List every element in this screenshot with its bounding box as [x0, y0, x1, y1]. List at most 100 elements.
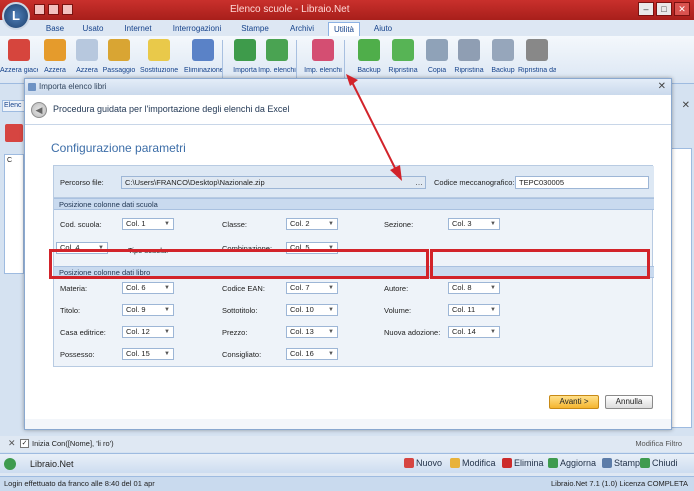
- chevron-down-icon[interactable]: ▼: [164, 219, 170, 229]
- tab-utilita[interactable]: Utilità: [328, 22, 360, 36]
- back-arrow-icon[interactable]: ◀: [31, 102, 47, 118]
- chevron-down-icon[interactable]: ▼: [490, 305, 496, 315]
- annulla-button[interactable]: Annulla: [605, 395, 653, 409]
- libro-select-value: Col. 8: [452, 283, 472, 292]
- ribbon-button-label: Backup: [357, 67, 381, 74]
- libro-select-3[interactable]: Col. 9 ▼: [122, 304, 174, 316]
- ribbon-button-8[interactable]: Imp. elenchi: [304, 39, 342, 74]
- status-login: Login effettuato da franco alle 8:40 del…: [4, 479, 155, 488]
- quick-save-icon[interactable]: [34, 4, 45, 15]
- ribbon-button-10[interactable]: Ripristina: [384, 39, 422, 74]
- chevron-down-icon[interactable]: ▼: [164, 283, 170, 293]
- command-button-label: Elimina: [514, 458, 544, 468]
- clear-filter-icon[interactable]: ✕: [8, 438, 16, 449]
- ribbon-button-4[interactable]: Sostituzione: [140, 39, 178, 74]
- minimize-button[interactable]: –: [638, 2, 654, 16]
- libro-select-value: Col. 14: [452, 327, 476, 336]
- dialog-close-icon[interactable]: ✕: [658, 79, 666, 95]
- libro-select-0[interactable]: Col. 6 ▼: [122, 282, 174, 294]
- scuola-select-2[interactable]: Col. 3 ▼: [448, 218, 500, 230]
- ribbon-button-14[interactable]: Ripristina da: [518, 39, 556, 74]
- ribbon-button-12[interactable]: Ripristina: [450, 39, 488, 74]
- tab-interrogazioni[interactable]: Interrogazioni: [168, 22, 226, 36]
- libro-select-10[interactable]: Col. 16 ▼: [286, 348, 338, 360]
- ribbon-button-3[interactable]: Passaggio: [100, 39, 138, 74]
- ribbon-button-13[interactable]: Backup: [484, 39, 522, 74]
- command-button-5[interactable]: Chiudi: [640, 458, 678, 468]
- tab-aiuto[interactable]: Aiuto: [368, 22, 398, 36]
- libro-select-5[interactable]: Col. 11 ▼: [448, 304, 500, 316]
- chevron-down-icon[interactable]: ▼: [164, 327, 170, 337]
- ribbon-button-5[interactable]: Eliminazione: [184, 39, 222, 74]
- libro-select-1[interactable]: Col. 7 ▼: [286, 282, 338, 294]
- libro-select-9[interactable]: Col. 15 ▼: [122, 348, 174, 360]
- home-icon[interactable]: [5, 124, 23, 142]
- ribbon-button-7[interactable]: Imp. elenchi: [258, 39, 296, 74]
- command-icon-2: [502, 458, 512, 468]
- modifica-filtro-link[interactable]: Modifica Filtro: [635, 439, 682, 448]
- chevron-down-icon[interactable]: ▼: [164, 305, 170, 315]
- ribbon-button-label: Eliminazione: [184, 67, 222, 74]
- libro-select-6[interactable]: Col. 12 ▼: [122, 326, 174, 338]
- ribbon-button-9[interactable]: Backup: [350, 39, 388, 74]
- command-button-4[interactable]: Stampa: [602, 458, 645, 468]
- highlight-codice-box: [430, 249, 650, 279]
- ribbon-separator: [296, 40, 297, 80]
- tab-stampe[interactable]: Stampe: [236, 22, 274, 36]
- codice-label: Codice meccanografico:: [434, 178, 515, 187]
- ribbon-button-label: Passaggio: [102, 67, 136, 74]
- command-button-3[interactable]: Aggiorna: [548, 458, 596, 468]
- tab-usato[interactable]: Usato: [78, 22, 108, 36]
- scuola-label-1: Classe:: [222, 220, 248, 229]
- command-button-0[interactable]: Nuovo: [404, 458, 442, 468]
- codice-input[interactable]: TEPC030005: [515, 176, 649, 189]
- libro-select-2[interactable]: Col. 8 ▼: [448, 282, 500, 294]
- libro-label-0: Materia:: [60, 284, 88, 293]
- tab-archivi[interactable]: Archivi: [284, 22, 320, 36]
- libro-select-7[interactable]: Col. 13 ▼: [286, 326, 338, 338]
- percorso-input[interactable]: C:\Users\FRANCO\Desktop\Nazionale.zip …: [121, 176, 426, 189]
- scuola-label-0: Cod. scuola:: [60, 220, 102, 229]
- quick-undo-icon[interactable]: [48, 4, 59, 15]
- app-logo[interactable]: L: [2, 2, 30, 30]
- libro-select-value: Col. 16: [290, 349, 314, 358]
- section-header-scuola: Posizione colonne dati scuola: [54, 198, 654, 210]
- libro-select-4[interactable]: Col. 10 ▼: [286, 304, 338, 316]
- avanti-button[interactable]: Avanti >: [549, 395, 599, 409]
- tab-base[interactable]: Base: [40, 22, 70, 36]
- libro-label-9: Possesso:: [60, 350, 95, 359]
- ribbon-icon-6: [234, 39, 256, 61]
- command-button-label: Modifica: [462, 458, 496, 468]
- tab-internet[interactable]: Internet: [118, 22, 158, 36]
- dialog-icon: [28, 83, 36, 91]
- maximize-button[interactable]: □: [656, 2, 672, 16]
- command-button-1[interactable]: Modifica: [450, 458, 496, 468]
- close-window-button[interactable]: ✕: [674, 2, 690, 16]
- quick-redo-icon[interactable]: [62, 4, 73, 15]
- ribbon-tabs: Base Usato Internet Interrogazioni Stamp…: [0, 20, 694, 36]
- command-button-2[interactable]: Elimina: [502, 458, 544, 468]
- background-close-icon[interactable]: ✕: [682, 100, 690, 111]
- command-button-label: Nuovo: [416, 458, 443, 468]
- chevron-down-icon[interactable]: ▼: [490, 219, 496, 229]
- browse-ellipsis-icon[interactable]: …: [415, 177, 423, 188]
- filter-checkbox[interactable]: ✓: [20, 439, 29, 448]
- libro-label-5: Volume:: [384, 306, 412, 315]
- libro-select-8[interactable]: Col. 14 ▼: [448, 326, 500, 338]
- ribbon-button-0[interactable]: Azzera giacenze: [0, 39, 38, 74]
- scuola-select-value: Col. 1: [126, 219, 146, 228]
- chevron-down-icon[interactable]: ▼: [328, 283, 334, 293]
- chevron-down-icon[interactable]: ▼: [328, 327, 334, 337]
- chevron-down-icon[interactable]: ▼: [490, 283, 496, 293]
- chevron-down-icon[interactable]: ▼: [328, 349, 334, 359]
- scuola-select-0[interactable]: Col. 1 ▼: [122, 218, 174, 230]
- scuola-select-1[interactable]: Col. 2 ▼: [286, 218, 338, 230]
- background-tab[interactable]: Elenc: [2, 100, 26, 112]
- ribbon-button-label: Azzera giacenze: [0, 67, 38, 74]
- wizard-title: Procedura guidata per l'importazione deg…: [53, 104, 290, 114]
- chevron-down-icon[interactable]: ▼: [328, 219, 334, 229]
- command-bar: Libraio.Net Nuovo Modifica Elimina Aggiorna…: [0, 453, 694, 473]
- chevron-down-icon[interactable]: ▼: [328, 305, 334, 315]
- chevron-down-icon[interactable]: ▼: [164, 349, 170, 359]
- chevron-down-icon[interactable]: ▼: [490, 327, 496, 337]
